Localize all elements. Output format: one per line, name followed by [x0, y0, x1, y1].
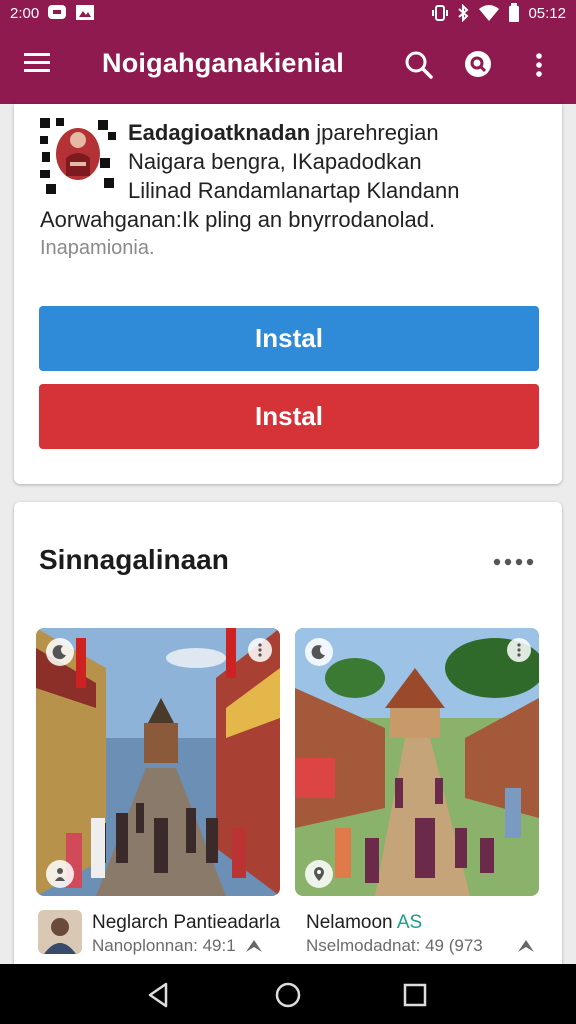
app-desc-line1: jparehregian [316, 120, 439, 145]
moon-icon[interactable] [305, 638, 333, 666]
app-desc-line5: Inapamionia. [40, 237, 155, 259]
share-icon[interactable] [244, 936, 264, 959]
back-icon[interactable] [142, 978, 176, 1012]
item-subtitle: Nselmodadnat: 49 (973 [306, 936, 483, 955]
status-bar: 2:00 05:12 [0, 0, 576, 26]
location-icon[interactable] [305, 860, 333, 888]
status-left-text: 2:00 [10, 4, 40, 22]
status-time: 05:12 [528, 4, 566, 22]
share-icon[interactable] [516, 936, 536, 959]
app-desc-line2: Naigara bengra, IKapadodkan [128, 149, 422, 174]
item-title-text: Nelamoon [306, 912, 393, 933]
wifi-icon [478, 4, 500, 22]
moon-icon[interactable] [46, 638, 74, 666]
home-icon[interactable] [271, 978, 305, 1012]
vibrate-icon [432, 4, 449, 22]
image-icon [75, 4, 95, 22]
navigation-bar [0, 964, 576, 1024]
hamburger-menu-icon[interactable] [22, 50, 56, 80]
gallery-tile[interactable] [295, 628, 539, 896]
overflow-menu-icon[interactable] [520, 46, 558, 84]
market-scene-image [295, 628, 539, 896]
bluetooth-icon [456, 4, 470, 22]
person-icon[interactable] [46, 860, 74, 888]
app-name: Eadagioatknadan [128, 120, 311, 145]
item-title-accent: AS [396, 912, 423, 933]
app-detail-card: Eadagioatknadan jparehregian Naigara ben… [14, 104, 562, 484]
app-description: Eadagioatknadan jparehregian Naigara ben… [40, 118, 540, 263]
more-horizontal-icon[interactable] [492, 552, 536, 572]
app-bar: Noigahganakienial [0, 26, 576, 104]
more-vertical-icon[interactable] [507, 638, 531, 662]
app-desc-line3: Lilinad Randamlanartap Klandann [128, 178, 460, 203]
battery-icon [508, 3, 520, 23]
recents-icon[interactable] [398, 978, 432, 1012]
app-desc-line4: Aorwahganan:Ik pling an bnyrrodanolad. [40, 207, 436, 232]
section-card: Sinnagalinaan Neglarch Pantieadarla Nano… [14, 502, 562, 972]
gallery-tile[interactable] [36, 628, 280, 896]
item-title: Neglarch Pantieadarla [92, 912, 281, 933]
message-icon [47, 4, 67, 22]
section-title: Sinnagalinaan [39, 544, 229, 575]
search-filled-icon[interactable] [460, 46, 498, 84]
app-title: Noigahganakienial [102, 48, 344, 78]
item-caption[interactable]: Nelamoon AS Nselmodadnat: 49 (973 [304, 910, 544, 960]
more-vertical-icon[interactable] [248, 638, 272, 662]
install-secondary-button[interactable]: Instal [39, 384, 539, 449]
install-button[interactable]: Instal [39, 306, 539, 371]
search-icon[interactable] [400, 46, 438, 84]
item-title: Nelamoon AS [306, 912, 422, 934]
item-caption[interactable]: Neglarch Pantieadarla Nanoplonnan: 49:1 [38, 910, 281, 960]
item-subtitle: Nanoplonnan: 49:1 [92, 936, 236, 955]
street-scene-image [36, 628, 280, 896]
avatar [38, 910, 82, 954]
